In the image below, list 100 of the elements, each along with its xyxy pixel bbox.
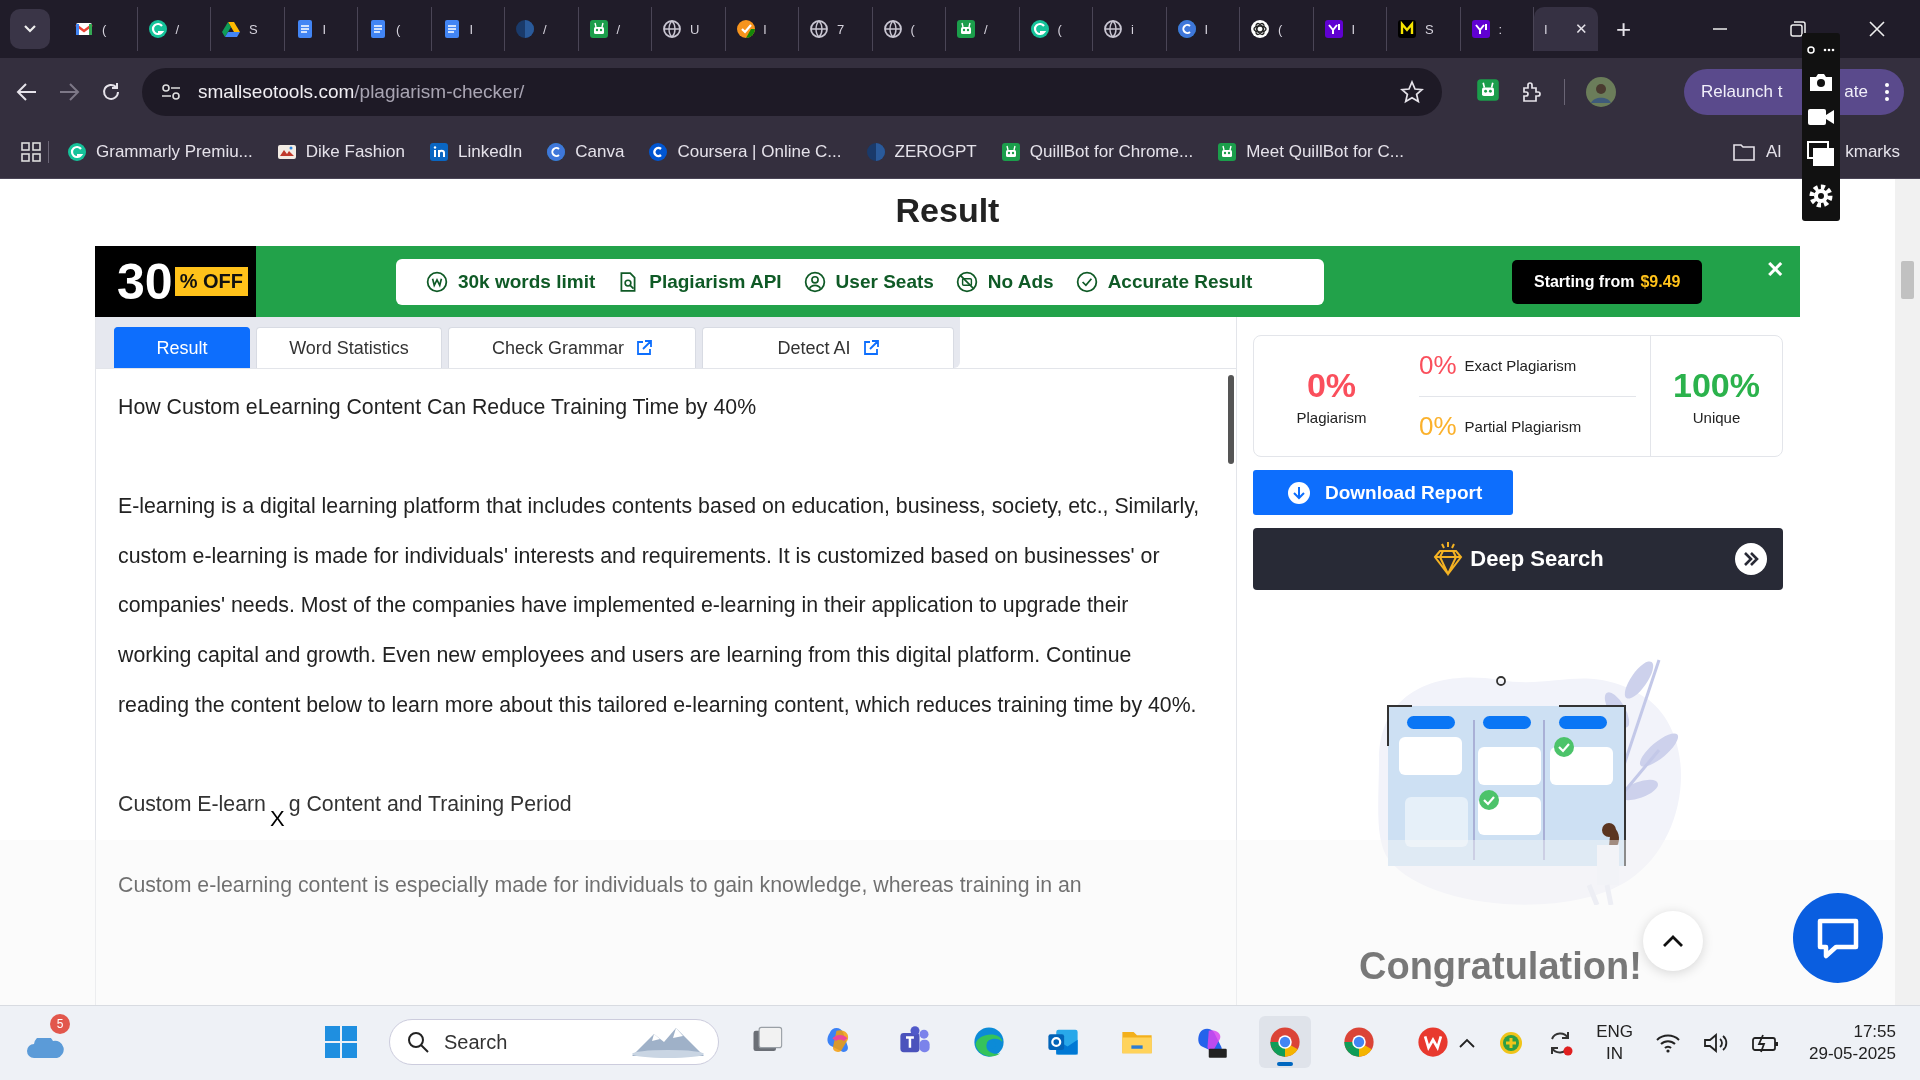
stat-label: Unique [1692,409,1741,426]
logo-tile-icon [1323,19,1344,39]
bookmark-item[interactable]: Meet QuillBot for C... [1205,141,1416,162]
bookmark-item[interactable]: Canva [534,141,637,162]
scrollbar-thumb[interactable] [1228,375,1234,464]
browser-tab[interactable]: / [505,7,579,51]
check-circle-icon [735,19,756,39]
robot-logo-icon [588,19,609,39]
browser-tab[interactable]: ( [64,7,138,51]
browser-tab[interactable]: ( [872,7,946,51]
deep-search-button[interactable]: Deep Search [1253,528,1783,590]
bookmark-item[interactable]: LinkedIn [417,141,535,162]
double-chevron-icon [1735,543,1767,575]
ring-logo-icon [147,19,168,39]
ring-logo-icon [546,141,567,162]
document-icon [368,19,388,39]
triangle-logo-icon [221,19,241,39]
restore-icon[interactable] [1790,21,1806,37]
result-tab[interactable]: Detect AI [702,327,954,368]
wifi-icon[interactable] [1655,1032,1682,1054]
apps-grid-icon[interactable] [20,140,42,163]
bookmark-star-icon[interactable] [1400,79,1424,104]
feature-label: Plagiarism API [649,270,782,293]
close-icon[interactable] [1868,20,1886,38]
clock[interactable]: 17:55 29-05-2025 [1801,1021,1896,1065]
new-tab-button[interactable]: + [1616,13,1632,45]
plagiarism-percent: 0% [1306,366,1357,405]
url-text: smallseotools.com/plagiarism-checker/ [198,80,525,103]
bookmark-item[interactable]: QuillBot for Chrome... [988,141,1206,162]
link-icon[interactable] [1806,44,1836,57]
browser-tab[interactable]: I ✕ [1534,7,1598,51]
exact-percent: 0% [1419,350,1457,382]
all-bookmarks-button[interactable]: Al kmarks [1732,141,1900,162]
avatar-icon[interactable] [1585,75,1617,108]
user-circle-icon [803,270,826,293]
congratulation-heading: Congratulation! [1359,945,1643,988]
bookmark-item[interactable]: Dike Fashion [264,141,417,162]
volume-icon[interactable] [1703,1032,1730,1054]
feature-label: Accurate Result [1107,270,1253,293]
search-field[interactable]: Search [389,1019,719,1065]
bookmark-item[interactable]: Grammarly Premiu... [55,141,265,162]
pricing-button[interactable]: Starting from $9.49 [1511,259,1703,304]
browser-tab[interactable]: ( [1019,7,1093,51]
back-icon[interactable] [16,80,38,103]
windows-icon [324,1025,358,1059]
robot-logo-icon [956,19,976,39]
paragraph: Custom e-learning content is especially made for individuals to gain knowledge, whereas training in an [118,872,1083,900]
cloud-icon[interactable] [26,1038,66,1060]
browser-tab[interactable]: 7 [799,7,873,51]
address-bar[interactable]: smallseotools.com/plagiarism-checker/ [142,67,1442,116]
more-icon[interactable] [1884,81,1890,102]
logo-tile-icon [1470,19,1491,39]
knot-logo-icon [1250,19,1270,39]
browser-tab[interactable]: S [211,7,285,51]
download-report-button[interactable]: Download Report [1253,470,1513,515]
browser-tab[interactable]: I [1313,7,1387,51]
document-title: How Custom eLearning Content Can Reduce Training Time by 40% [118,394,758,421]
logo-tile-icon [429,141,449,162]
browser-tab[interactable]: S [1387,7,1461,51]
browser-tab[interactable]: ( [358,7,432,51]
video-camera-icon[interactable] [1807,106,1835,127]
no-ads-icon [955,270,978,293]
notification-badge: 5 [50,1014,70,1034]
section-heading: Custom E-learn [118,790,266,818]
scroll-to-top-button[interactable] [1643,911,1703,971]
ring-logo-icon [648,141,669,162]
bookmark-item[interactable]: ZEROGPT [853,141,989,162]
battery-icon[interactable] [1751,1032,1780,1054]
plus-badge-icon[interactable] [1498,1030,1525,1056]
page-scrollbar[interactable] [1895,179,1920,1005]
browser-tab[interactable]: / [946,7,1020,51]
result-tab[interactable]: Result [114,327,250,368]
browser-tab[interactable]: I [1166,7,1240,51]
logo-tile-icon [1397,19,1417,39]
extensions-icon[interactable] [1520,79,1544,104]
result-tab[interactable]: Check Grammar [448,327,696,368]
bookmark-item[interactable]: Coursera | Online C... [636,141,854,162]
browser-tab[interactable]: l [725,7,799,51]
browser-tab[interactable]: : [1460,7,1534,51]
browser-tab[interactable]: / [137,7,211,51]
chrome-icon[interactable] [1259,1016,1311,1068]
chevron-up-icon[interactable] [1458,1037,1477,1049]
chevron-up-icon [1662,934,1684,948]
feature-label: No Ads [987,270,1054,293]
browser-tab[interactable]: ( [1240,7,1314,51]
check-circle-icon [1075,270,1098,293]
section-heading: g Content and Training Period [288,790,572,818]
robot-logo-icon [1476,77,1500,102]
window-icon[interactable] [1807,141,1835,168]
browser-tab[interactable]: / [578,7,652,51]
stat-label: Partial Plagiarism [1464,417,1582,435]
browser-tab[interactable]: i [1093,7,1167,51]
diamond-icon [1432,541,1465,577]
input-language[interactable]: ENG IN [1596,1021,1634,1065]
reload-icon[interactable] [100,80,122,103]
forward-icon[interactable] [58,80,80,103]
browser-tab[interactable]: I [431,7,505,51]
result-tab[interactable]: Word Statistics [256,327,442,368]
browser-tab[interactable]: U [652,7,726,51]
browser-tab[interactable]: I [284,7,358,51]
